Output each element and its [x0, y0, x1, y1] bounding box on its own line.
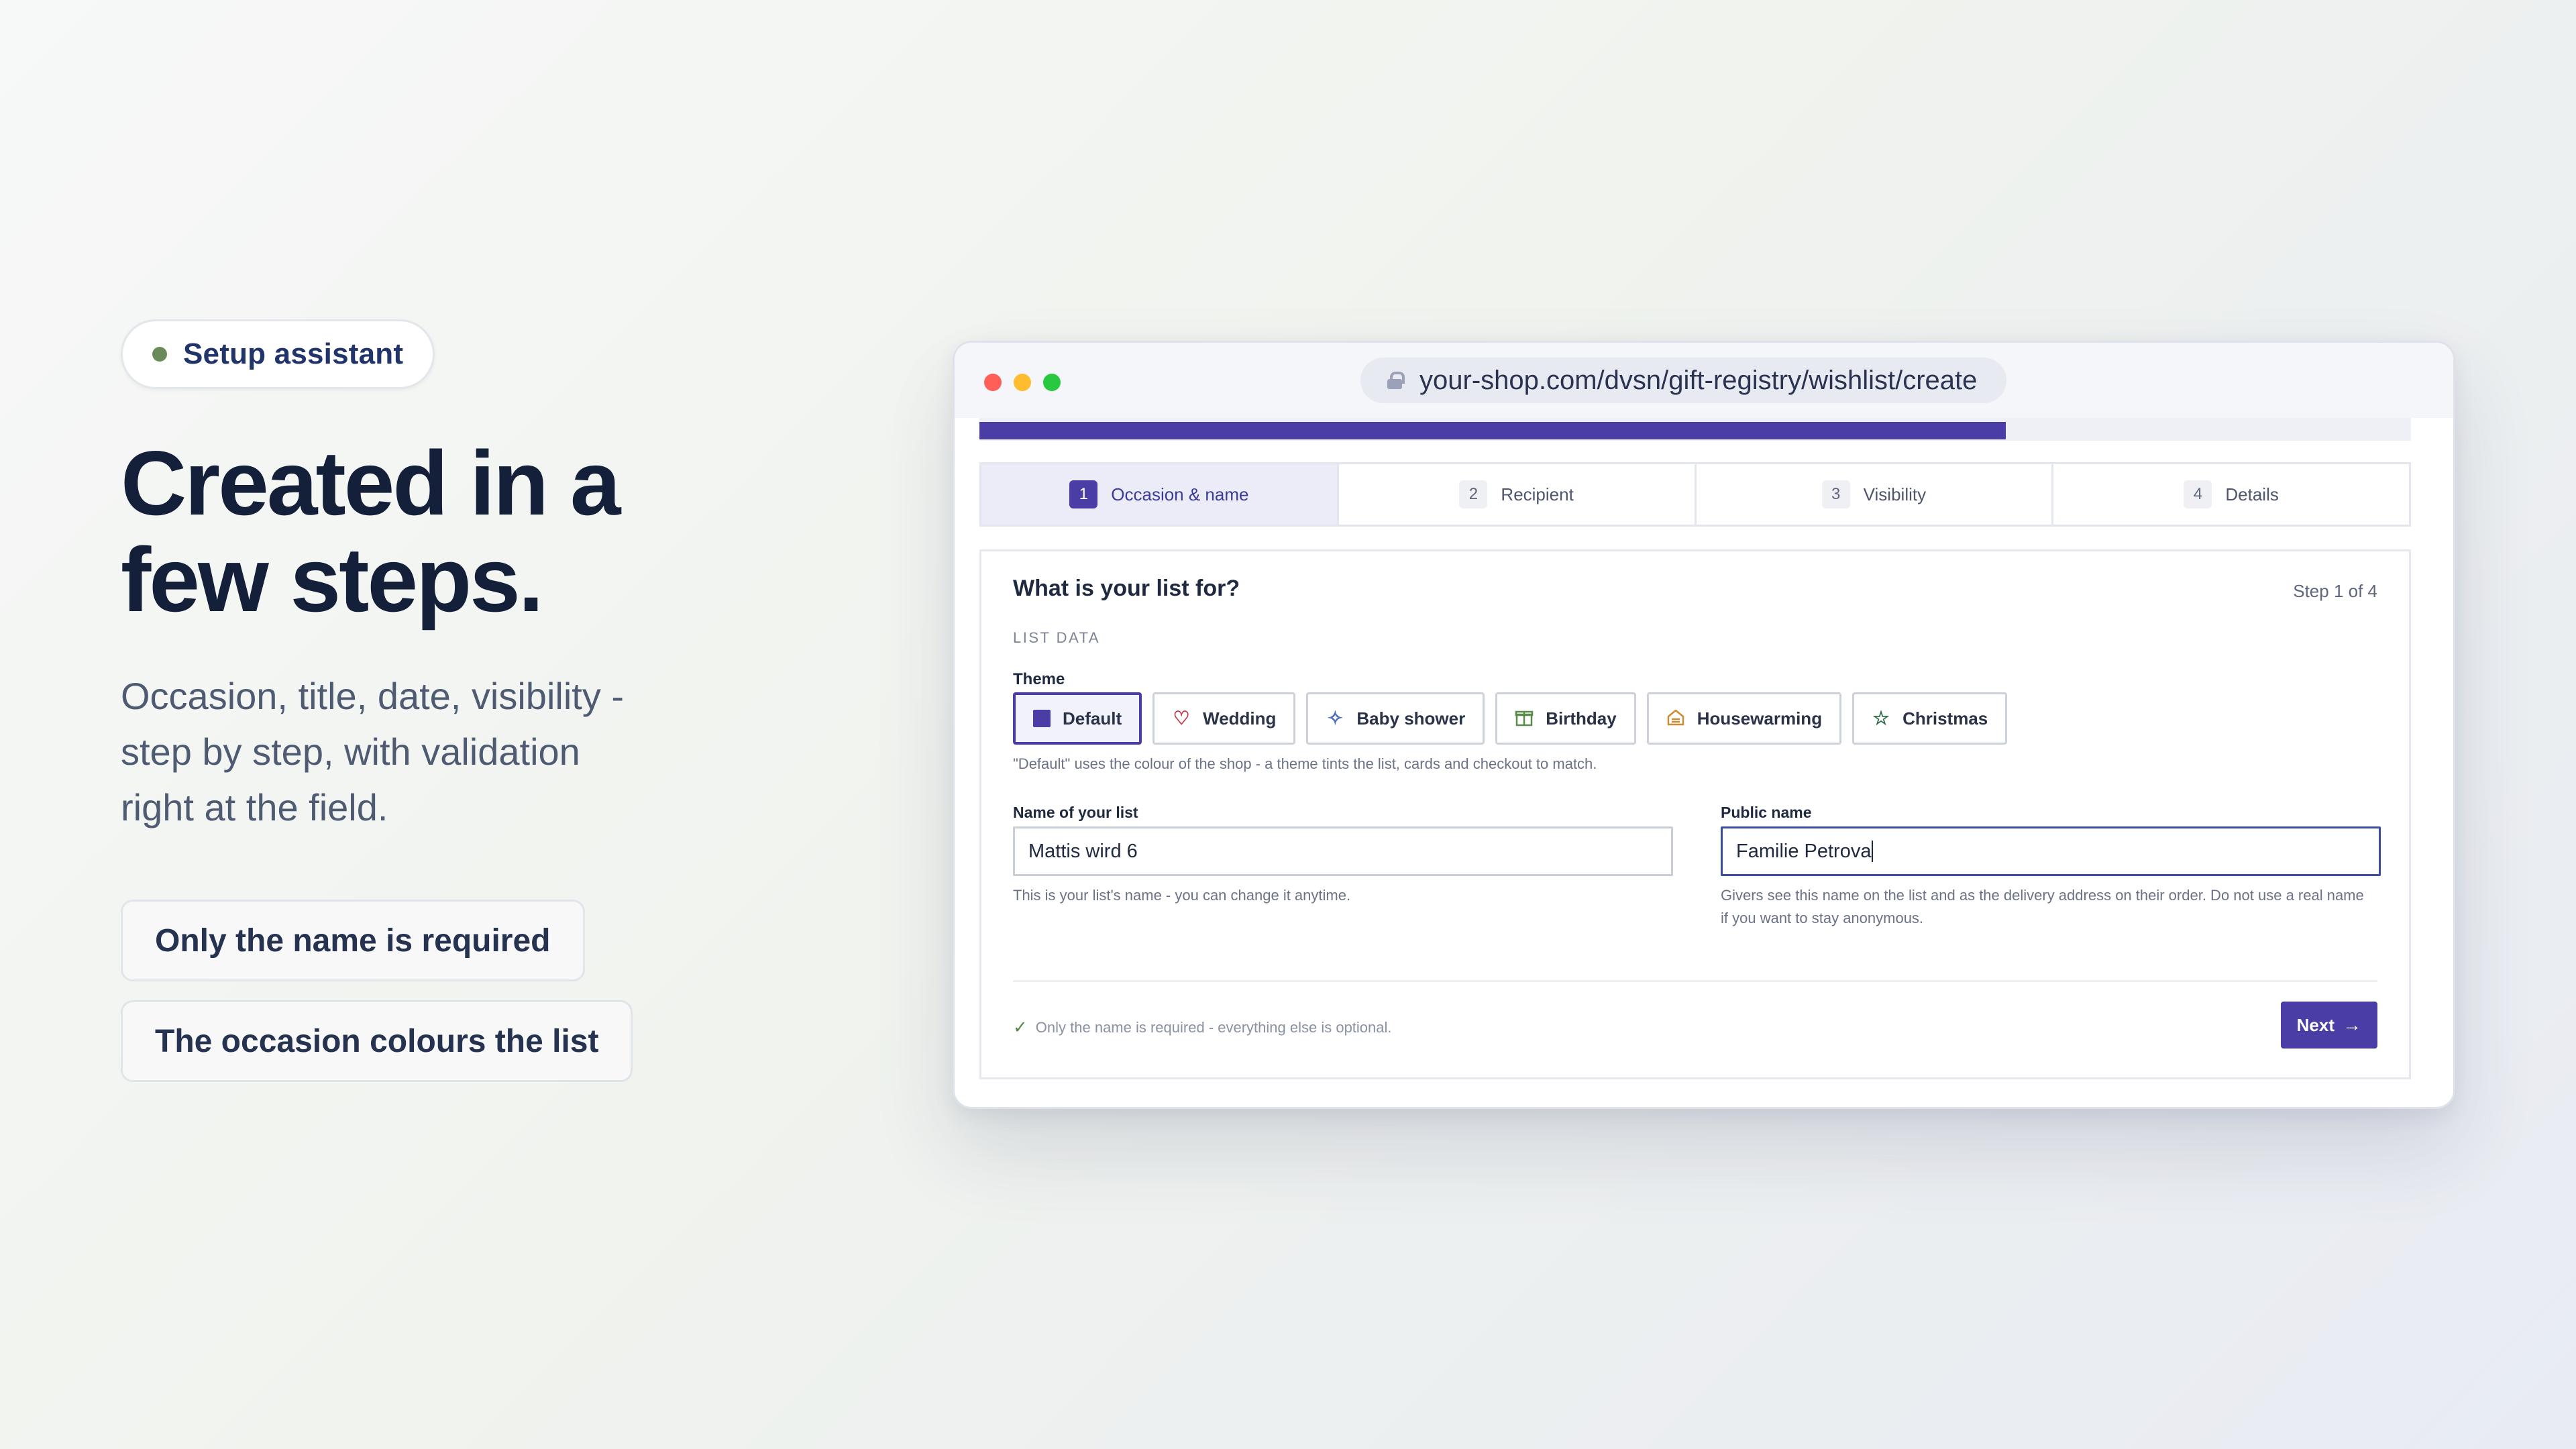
- theme-option-birthday[interactable]: Birthday: [1495, 692, 1636, 745]
- card-divider: [1013, 980, 2377, 982]
- close-window-icon[interactable]: [984, 374, 1002, 391]
- setup-assistant-badge: Setup assistant: [121, 319, 435, 389]
- theme-option-label: Birthday: [1546, 708, 1617, 729]
- square-icon: [1033, 710, 1051, 727]
- hero-headline: Created in a few steps.: [121, 435, 792, 628]
- public-name-value: Familie Petrova: [1736, 840, 1872, 862]
- step-tab-occasion[interactable]: 1 Occasion & name: [981, 464, 1339, 525]
- theme-option-housewarming[interactable]: Housewarming: [1646, 692, 1842, 745]
- step-label: Details: [2225, 484, 2279, 504]
- headline-line-2: few steps.: [121, 529, 544, 631]
- footer-note-text: Only the name is required - everything e…: [1035, 1018, 1392, 1036]
- list-name-value: Mattis wird 6: [1028, 840, 1138, 862]
- step-number: 4: [2184, 480, 2212, 508]
- maximize-window-icon[interactable]: [1043, 374, 1061, 391]
- wizard-progress-fill: [979, 422, 2006, 439]
- sparkle-icon: ✧: [1327, 708, 1344, 729]
- gift-icon: [1515, 708, 1534, 730]
- arrow-right-icon: →: [2343, 1014, 2361, 1035]
- theme-option-wedding[interactable]: ♡ Wedding: [1152, 692, 1296, 745]
- wizard: 1 Occasion & name 2 Recipient 3 Visibili…: [979, 418, 2411, 1079]
- house-icon: [1666, 708, 1685, 730]
- feature-tags: Only the name is required The occasion c…: [121, 900, 792, 1082]
- next-button[interactable]: Next →: [2280, 1002, 2377, 1049]
- theme-option-default[interactable]: Default: [1013, 692, 1142, 745]
- public-name-input[interactable]: Familie Petrova: [1721, 826, 2381, 876]
- step-indicator: Step 1 of 4: [2293, 581, 2377, 601]
- step-label: Visibility: [1863, 484, 1927, 504]
- step-tab-recipient[interactable]: 2 Recipient: [1339, 464, 1697, 525]
- public-name-label: Public name: [1721, 804, 1812, 821]
- section-label: LIST DATA: [1013, 629, 1101, 646]
- address-bar[interactable]: your-shop.com/dvsn/gift-registry/wishlis…: [1360, 358, 2007, 403]
- step-number: 1: [1069, 480, 1098, 508]
- theme-options: Default ♡ Wedding ✧ Baby shower Birthday: [1013, 692, 2008, 745]
- lock-icon: [1387, 372, 1405, 389]
- step-label: Recipient: [1501, 484, 1574, 504]
- badge-label: Setup assistant: [183, 337, 404, 370]
- list-name-input[interactable]: Mattis wird 6: [1013, 826, 1673, 876]
- feature-tag-occasion-colours: The occasion colours the list: [121, 1000, 633, 1082]
- theme-option-label: Default: [1063, 708, 1122, 729]
- step-tab-visibility[interactable]: 3 Visibility: [1697, 464, 2054, 525]
- status-dot-icon: [152, 347, 167, 362]
- star-icon: ☆: [1872, 708, 1890, 729]
- theme-option-label: Christmas: [1902, 708, 1988, 729]
- step-label: Occasion & name: [1111, 484, 1249, 504]
- theme-option-label: Housewarming: [1697, 708, 1823, 729]
- window-controls: [984, 374, 1061, 391]
- card-title: What is your list for?: [1013, 576, 1240, 601]
- hero-section: Setup assistant Created in a few steps. …: [121, 319, 792, 1082]
- list-name-hint: This is your list's name - you can chang…: [1013, 887, 1351, 904]
- theme-option-baby-shower[interactable]: ✧ Baby shower: [1306, 692, 1485, 745]
- theme-option-label: Baby shower: [1356, 708, 1466, 729]
- theme-label: Theme: [1013, 670, 1065, 688]
- theme-hint: "Default" uses the colour of the shop - …: [1013, 755, 1597, 772]
- next-button-label: Next: [2296, 1014, 2334, 1035]
- browser-window: your-shop.com/dvsn/gift-registry/wishlis…: [953, 341, 2455, 1109]
- browser-chrome: your-shop.com/dvsn/gift-registry/wishlis…: [955, 343, 2453, 418]
- headline-line-1: Created in a: [121, 432, 621, 534]
- hero-subtext: Occasion, title, date, visibility - step…: [121, 675, 625, 828]
- wizard-card: What is your list for? Step 1 of 4 LIST …: [979, 549, 2411, 1079]
- address-bar-url: your-shop.com/dvsn/gift-registry/wishlis…: [1419, 365, 1978, 395]
- footer-note: ✓ Only the name is required - everything…: [1013, 1017, 1392, 1038]
- wizard-progress-bar: [979, 418, 2411, 441]
- wizard-steps: 1 Occasion & name 2 Recipient 3 Visibili…: [979, 462, 2411, 527]
- minimize-window-icon[interactable]: [1014, 374, 1031, 391]
- text-caret: [1872, 841, 1874, 862]
- list-name-label: Name of your list: [1013, 804, 1138, 821]
- theme-option-label: Wedding: [1203, 708, 1277, 729]
- step-tab-details[interactable]: 4 Details: [2053, 464, 2409, 525]
- public-name-hint: Givers see this name on the list and as …: [1721, 887, 2364, 926]
- theme-option-christmas[interactable]: ☆ Christmas: [1852, 692, 2008, 745]
- feature-tag-name-required: Only the name is required: [121, 900, 585, 981]
- heart-icon: ♡: [1173, 708, 1190, 729]
- step-number: 3: [1821, 480, 1850, 508]
- step-number: 2: [1459, 480, 1488, 508]
- check-icon: ✓: [1013, 1017, 1028, 1037]
